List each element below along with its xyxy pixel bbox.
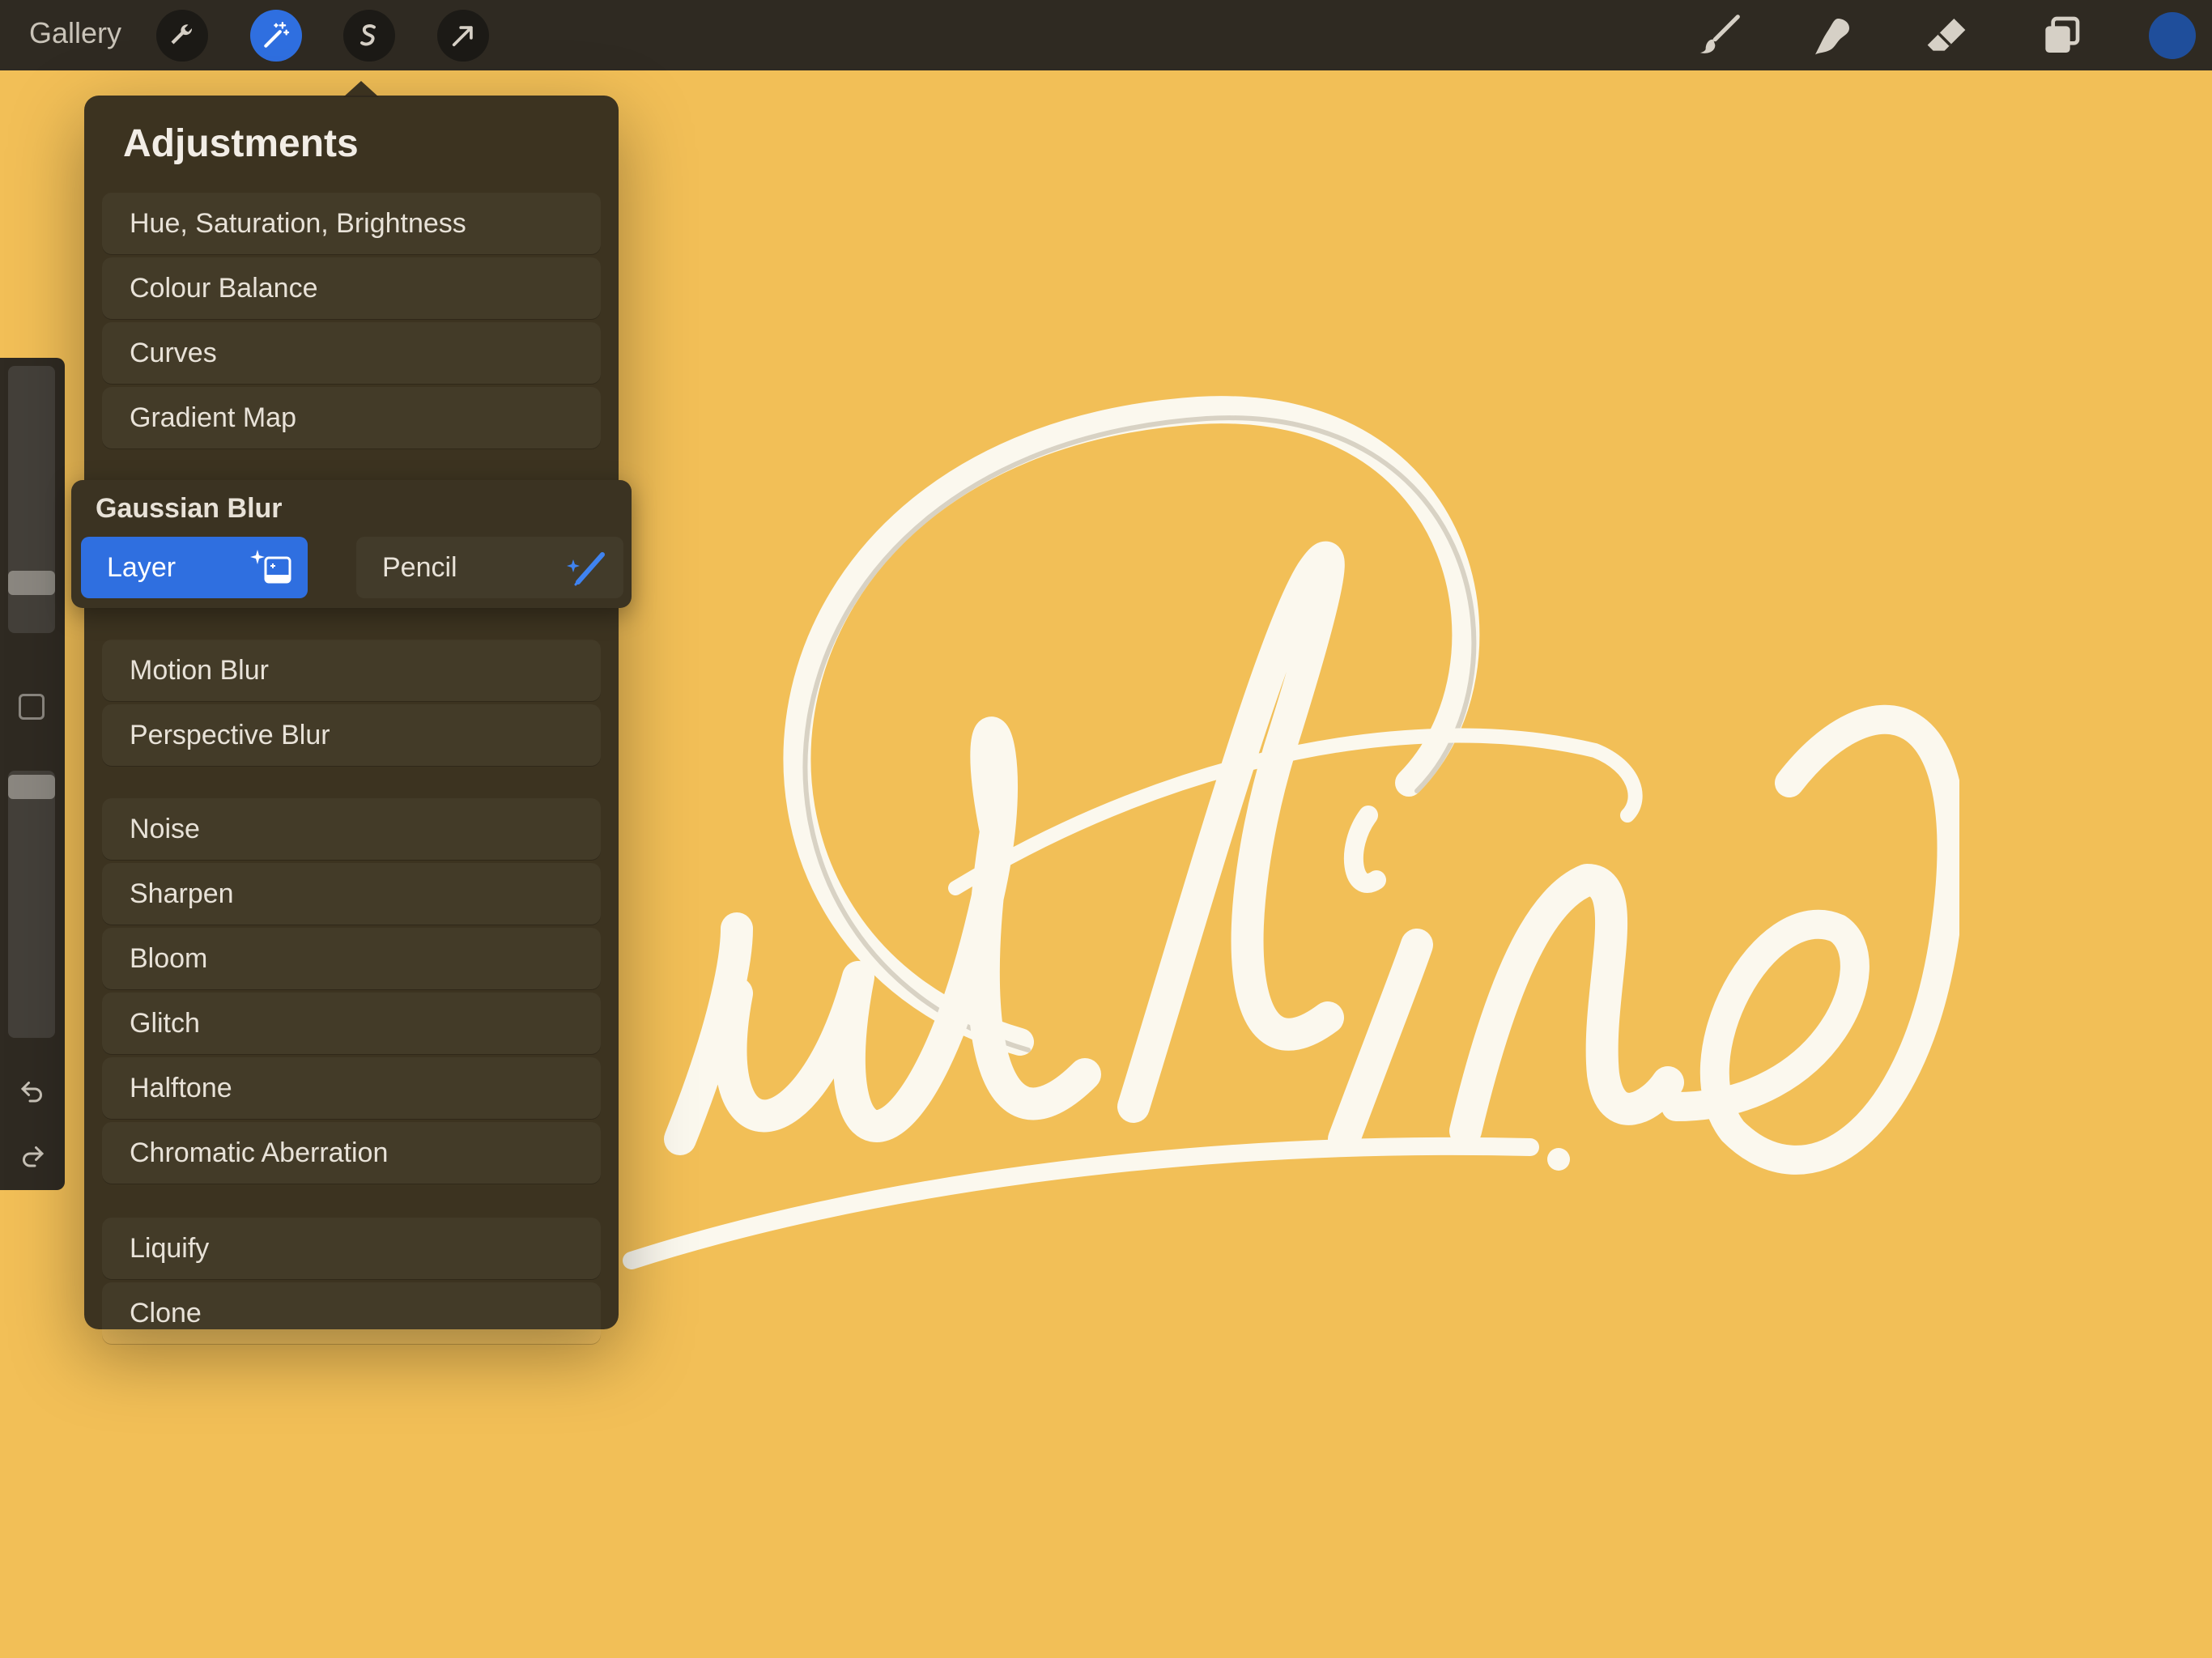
pencil-sparkle-icon [567, 552, 605, 586]
panel-title: Adjustments [123, 122, 359, 165]
undo-icon[interactable] [16, 1075, 49, 1107]
lettering-artwork [623, 396, 1959, 1269]
gaussian-blur-title: Gaussian Blur [96, 493, 283, 524]
menu-item-hue-saturation-brightness[interactable]: Hue, Saturation, Brightness [102, 193, 601, 254]
redo-icon[interactable] [16, 1140, 49, 1172]
menu-item-motion-blur[interactable]: Motion Blur [102, 640, 601, 701]
layers-icon[interactable] [2038, 13, 2083, 58]
menu-item-gradient-map[interactable]: Gradient Map [102, 387, 601, 449]
menu-item-perspective-blur[interactable]: Perspective Blur [102, 704, 601, 766]
magic-wand-icon[interactable] [250, 10, 302, 62]
menu-item-sharpen[interactable]: Sharpen [102, 863, 601, 925]
menu-item-colour-balance[interactable]: Colour Balance [102, 257, 601, 319]
gaussian-blur-item[interactable]: Gaussian Blur Layer Pencil [71, 480, 632, 608]
opacity-slider[interactable] [8, 771, 55, 1038]
panel-pointer [343, 81, 379, 97]
eraser-icon[interactable] [1924, 13, 1969, 58]
wrench-icon[interactable] [156, 10, 208, 62]
color-swatch[interactable] [2149, 12, 2196, 59]
selection-icon[interactable] [343, 10, 395, 62]
brush-icon[interactable] [1696, 13, 1742, 58]
menu-item-bloom[interactable]: Bloom [102, 928, 601, 989]
adjustments-panel: Adjustments Hue, Saturation, Brightness … [84, 81, 619, 1344]
gallery-button[interactable]: Gallery [29, 16, 121, 50]
menu-item-curves[interactable]: Curves [102, 322, 601, 384]
menu-item-chromatic-aberration[interactable]: Chromatic Aberration [102, 1122, 601, 1184]
transform-arrow-icon[interactable] [437, 10, 489, 62]
brush-size-knob[interactable] [8, 571, 55, 595]
gaussian-blur-layer-option[interactable]: Layer [81, 537, 308, 598]
menu-item-noise[interactable]: Noise [102, 798, 601, 860]
menu-item-halftone[interactable]: Halftone [102, 1057, 601, 1119]
opacity-knob[interactable] [8, 775, 55, 799]
modify-button[interactable] [19, 694, 45, 720]
smudge-icon[interactable] [1810, 13, 1855, 58]
menu-item-clone[interactable]: Clone [102, 1282, 601, 1344]
top-toolbar: Gallery [0, 0, 2212, 70]
menu-item-glitch[interactable]: Glitch [102, 993, 601, 1054]
layer-sparkle-icon [250, 550, 291, 584]
menu-item-liquify[interactable]: Liquify [102, 1218, 601, 1279]
gaussian-blur-pencil-option[interactable]: Pencil [356, 537, 623, 598]
left-sidebar [0, 358, 65, 1190]
